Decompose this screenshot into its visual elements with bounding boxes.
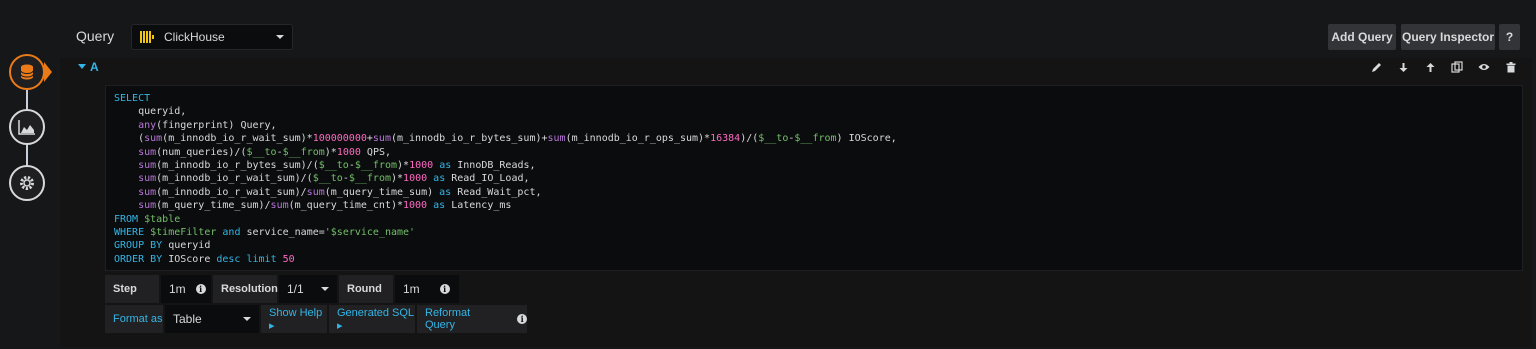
clickhouse-logo-icon <box>140 31 154 43</box>
arrow-up-icon[interactable] <box>1423 60 1437 74</box>
query-panel: Query ClickHouse Add Query Query Inspect… <box>60 14 1532 347</box>
query-title: Query <box>76 28 115 44</box>
sql-line: FROM $table <box>114 213 181 225</box>
sql-line: ORDER BY IOScore desc limit 50 <box>114 253 295 265</box>
info-icon[interactable]: i <box>195 284 206 294</box>
sql-line: SELECT <box>114 93 151 104</box>
datasource-name: ClickHouse <box>164 30 225 44</box>
active-step-arrow <box>44 62 52 82</box>
resolution-select[interactable]: 1/1 <box>279 275 337 303</box>
sql-line: sum(num_queries)/($__to-$__from)*1000 QP… <box>138 146 392 158</box>
round-label: Round <box>339 275 393 303</box>
query-row-header[interactable]: A <box>72 58 1524 78</box>
query-inspector-button[interactable]: Query Inspector <box>1401 24 1495 50</box>
collapse-arrow-icon[interactable] <box>78 64 86 69</box>
format-as-label: Format as <box>105 305 163 333</box>
add-query-button[interactable]: Add Query <box>1328 24 1396 50</box>
step-label: Step <box>105 275 159 303</box>
arrow-down-icon[interactable] <box>1396 60 1410 74</box>
show-help-button[interactable]: Show Help ▸ <box>261 305 327 333</box>
sql-editor[interactable]: SELECT queryid, any(fingerprint) Query, … <box>105 85 1523 271</box>
sql-line: queryid, <box>114 106 187 118</box>
step-value: 1m <box>169 282 186 296</box>
sql-line: sum(m_innodb_io_r_wait_sum)/($__to-$__fr… <box>138 173 530 185</box>
visualization-icon[interactable] <box>9 109 45 145</box>
gear-glyph <box>20 176 34 190</box>
format-as-select[interactable]: Table <box>165 305 259 333</box>
sql-line: WHERE $timeFilter and service_name='$ser… <box>114 227 416 239</box>
help-button[interactable]: ? <box>1499 24 1520 50</box>
format-row: Format as Table Show Help ▸ Generated SQ… <box>105 305 535 333</box>
datasource-picker[interactable]: ClickHouse <box>131 24 293 50</box>
sql-line: sum(m_innodb_io_r_bytes_sum)/($__to-$__f… <box>138 160 536 172</box>
sql-code[interactable]: SELECT queryid, any(fingerprint) Query, … <box>114 92 1514 266</box>
resolution-value: 1/1 <box>287 282 304 296</box>
eye-icon[interactable] <box>1477 60 1491 74</box>
resolution-label: Resolution <box>213 275 278 303</box>
pencil-icon[interactable] <box>1369 60 1383 74</box>
info-icon[interactable]: i <box>517 314 527 324</box>
generated-sql-button[interactable]: Generated SQL ▸ <box>329 305 415 333</box>
round-input[interactable]: 1m i <box>395 275 459 303</box>
sql-line: sum(m_innodb_io_r_wait_sum)/sum(m_query_… <box>138 186 542 198</box>
info-icon[interactable]: i <box>439 284 450 294</box>
sql-line: sum(m_query_time_sum)/sum(m_query_time_c… <box>138 200 512 212</box>
reformat-query-button[interactable]: Reformat Query i <box>417 305 527 333</box>
area-chart-glyph <box>18 120 35 135</box>
duplicate-icon[interactable] <box>1450 60 1464 74</box>
database-icon[interactable] <box>9 54 45 90</box>
chevron-down-icon <box>321 287 329 291</box>
sql-line: GROUP BY queryid <box>114 240 211 252</box>
query-header: Query ClickHouse Add Query Query Inspect… <box>60 14 1532 58</box>
format-as-value: Table <box>173 312 202 326</box>
chevron-down-icon <box>243 317 251 321</box>
query-options-row: Step 1m i Resolution 1/1 Round 1m i <box>105 275 465 303</box>
database-glyph <box>20 64 34 80</box>
query-editor-root: Query ClickHouse Add Query Query Inspect… <box>0 0 1536 349</box>
sql-line: any(fingerprint) Query, <box>138 119 277 131</box>
step-input[interactable]: 1m i <box>161 275 211 303</box>
round-value: 1m <box>403 282 420 296</box>
general-settings-icon[interactable] <box>9 165 45 201</box>
query-ref-id: A <box>90 60 99 74</box>
sql-line: (sum(m_innodb_io_r_wait_sum)*100000000+s… <box>114 133 897 145</box>
reformat-query-label: Reformat Query <box>425 307 471 331</box>
trash-icon[interactable] <box>1504 60 1518 74</box>
chevron-down-icon <box>276 35 284 39</box>
